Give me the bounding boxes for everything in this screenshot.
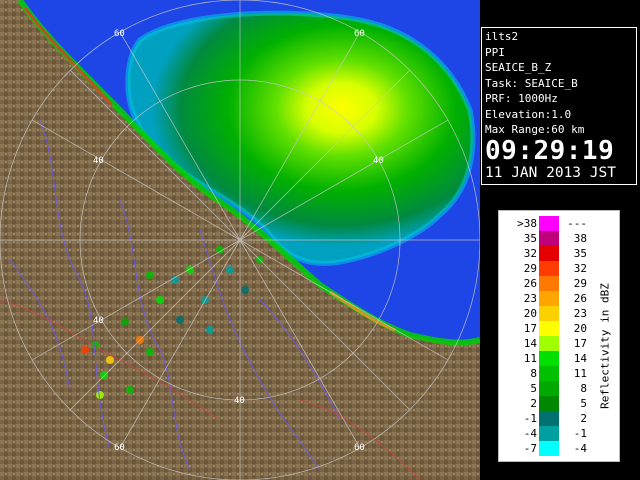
legend-high-value: 2 — [580, 412, 587, 425]
legend-color-swatch — [539, 336, 559, 351]
range-label-60-sw: 60 — [114, 443, 125, 453]
echo-cell — [100, 371, 108, 379]
legend-high-value: 17 — [573, 337, 587, 350]
echo-cell — [156, 296, 164, 304]
legend-color-swatch — [539, 381, 559, 396]
radar-map: 60 60 40 40 40 40 60 60 — [0, 0, 480, 480]
station-name: ilts2 — [485, 30, 519, 43]
legend-low-value: 20 — [523, 307, 537, 320]
legend-high-value: 20 — [573, 322, 587, 335]
legend-high-value: --- — [567, 217, 587, 230]
legend-high-value: 35 — [573, 247, 587, 260]
echo-cell — [176, 316, 184, 324]
range-rings — [0, 0, 480, 480]
legend-high-value: 32 — [573, 262, 587, 275]
legend-color-swatch — [539, 216, 559, 231]
legend-low-value: 5 — [530, 382, 537, 395]
legend-color-swatch — [539, 306, 559, 321]
legend-row: >38 --- — [499, 216, 619, 231]
legend-low-value: -4 — [523, 427, 537, 440]
legend-unit-label: Reflectivity in dBZ — [594, 231, 616, 461]
prf-value: PRF: 1000Hz — [485, 92, 558, 105]
echo-cell — [206, 326, 214, 334]
task-name: Task: SEAICE_B — [485, 76, 578, 90]
legend-low-value: -7 — [523, 442, 537, 455]
echo-cell — [226, 266, 234, 274]
legend-color-swatch — [539, 426, 559, 441]
echo-cell — [121, 318, 129, 326]
radar-ppi-display[interactable]: 60 60 40 40 40 40 60 60 — [0, 0, 480, 480]
legend-color-swatch — [539, 321, 559, 336]
elevation-value: Elevation:1.0 — [485, 107, 572, 121]
legend-color-swatch — [539, 291, 559, 306]
legend-color-swatch — [539, 261, 559, 276]
echo-cell — [81, 346, 89, 354]
legend-low-value: 26 — [523, 277, 537, 290]
color-legend: >38 --- 35 38 32 35 29 32 26 29 23 26 20 23 17 20 14 17 11… — [498, 210, 620, 462]
range-label-40-s: 40 — [234, 396, 245, 406]
legend-low-value: 17 — [523, 322, 537, 335]
legend-high-value: 38 — [573, 232, 587, 245]
range-label-60-ne: 60 — [354, 29, 365, 39]
echo-cell — [146, 348, 154, 356]
legend-low-value: 2 — [530, 397, 537, 410]
legend-low-value: 35 — [523, 232, 537, 245]
scan-time: 09:29:19 — [485, 135, 615, 166]
legend-low-value: 14 — [523, 337, 537, 350]
echo-cell — [241, 286, 249, 294]
legend-high-value: -4 — [573, 442, 587, 455]
legend-high-value: -1 — [573, 427, 587, 440]
legend-color-swatch — [539, 276, 559, 291]
legend-low-value: 29 — [523, 262, 537, 275]
legend-color-swatch — [539, 366, 559, 381]
legend-high-value: 8 — [580, 382, 587, 395]
legend-color-swatch — [539, 246, 559, 261]
range-label-40-sw: 40 — [93, 316, 104, 326]
scan-date: 11 JAN 2013 JST — [485, 164, 616, 181]
legend-color-swatch — [539, 411, 559, 426]
legend-high-value: 5 — [580, 397, 587, 410]
range-label-40-e: 40 — [373, 156, 384, 166]
legend-low-value: 11 — [523, 352, 537, 365]
legend-high-value: 11 — [573, 367, 587, 380]
range-label-40-w: 40 — [93, 156, 104, 166]
echo-cell — [146, 271, 154, 279]
legend-low-value: -1 — [523, 412, 537, 425]
legend-color-swatch — [539, 396, 559, 411]
scan-type: PPI — [485, 45, 505, 59]
info-panel: ilts2 PPI SEAICE_B_Z Task: SEAICE_B PRF:… — [481, 27, 637, 185]
legend-low-value: 32 — [523, 247, 537, 260]
echo-cell — [106, 356, 114, 364]
legend-color-swatch — [539, 231, 559, 246]
legend-low-value: 23 — [523, 292, 537, 305]
legend-unit-text: Reflectivity in dBZ — [598, 283, 612, 409]
range-label-60-nw: 60 — [114, 29, 125, 39]
echo-cell — [126, 386, 134, 394]
legend-color-swatch — [539, 351, 559, 366]
range-label-60-se: 60 — [354, 443, 365, 453]
echo-cell — [96, 391, 104, 399]
legend-high-value: 23 — [573, 307, 587, 320]
legend-high-value: 14 — [573, 352, 587, 365]
product-name: SEAICE_B_Z — [485, 61, 552, 74]
legend-low-value: 8 — [530, 367, 537, 380]
legend-color-swatch — [539, 441, 559, 456]
legend-high-value: 26 — [573, 292, 587, 305]
legend-low-value: >38 — [517, 217, 537, 230]
legend-high-value: 29 — [573, 277, 587, 290]
